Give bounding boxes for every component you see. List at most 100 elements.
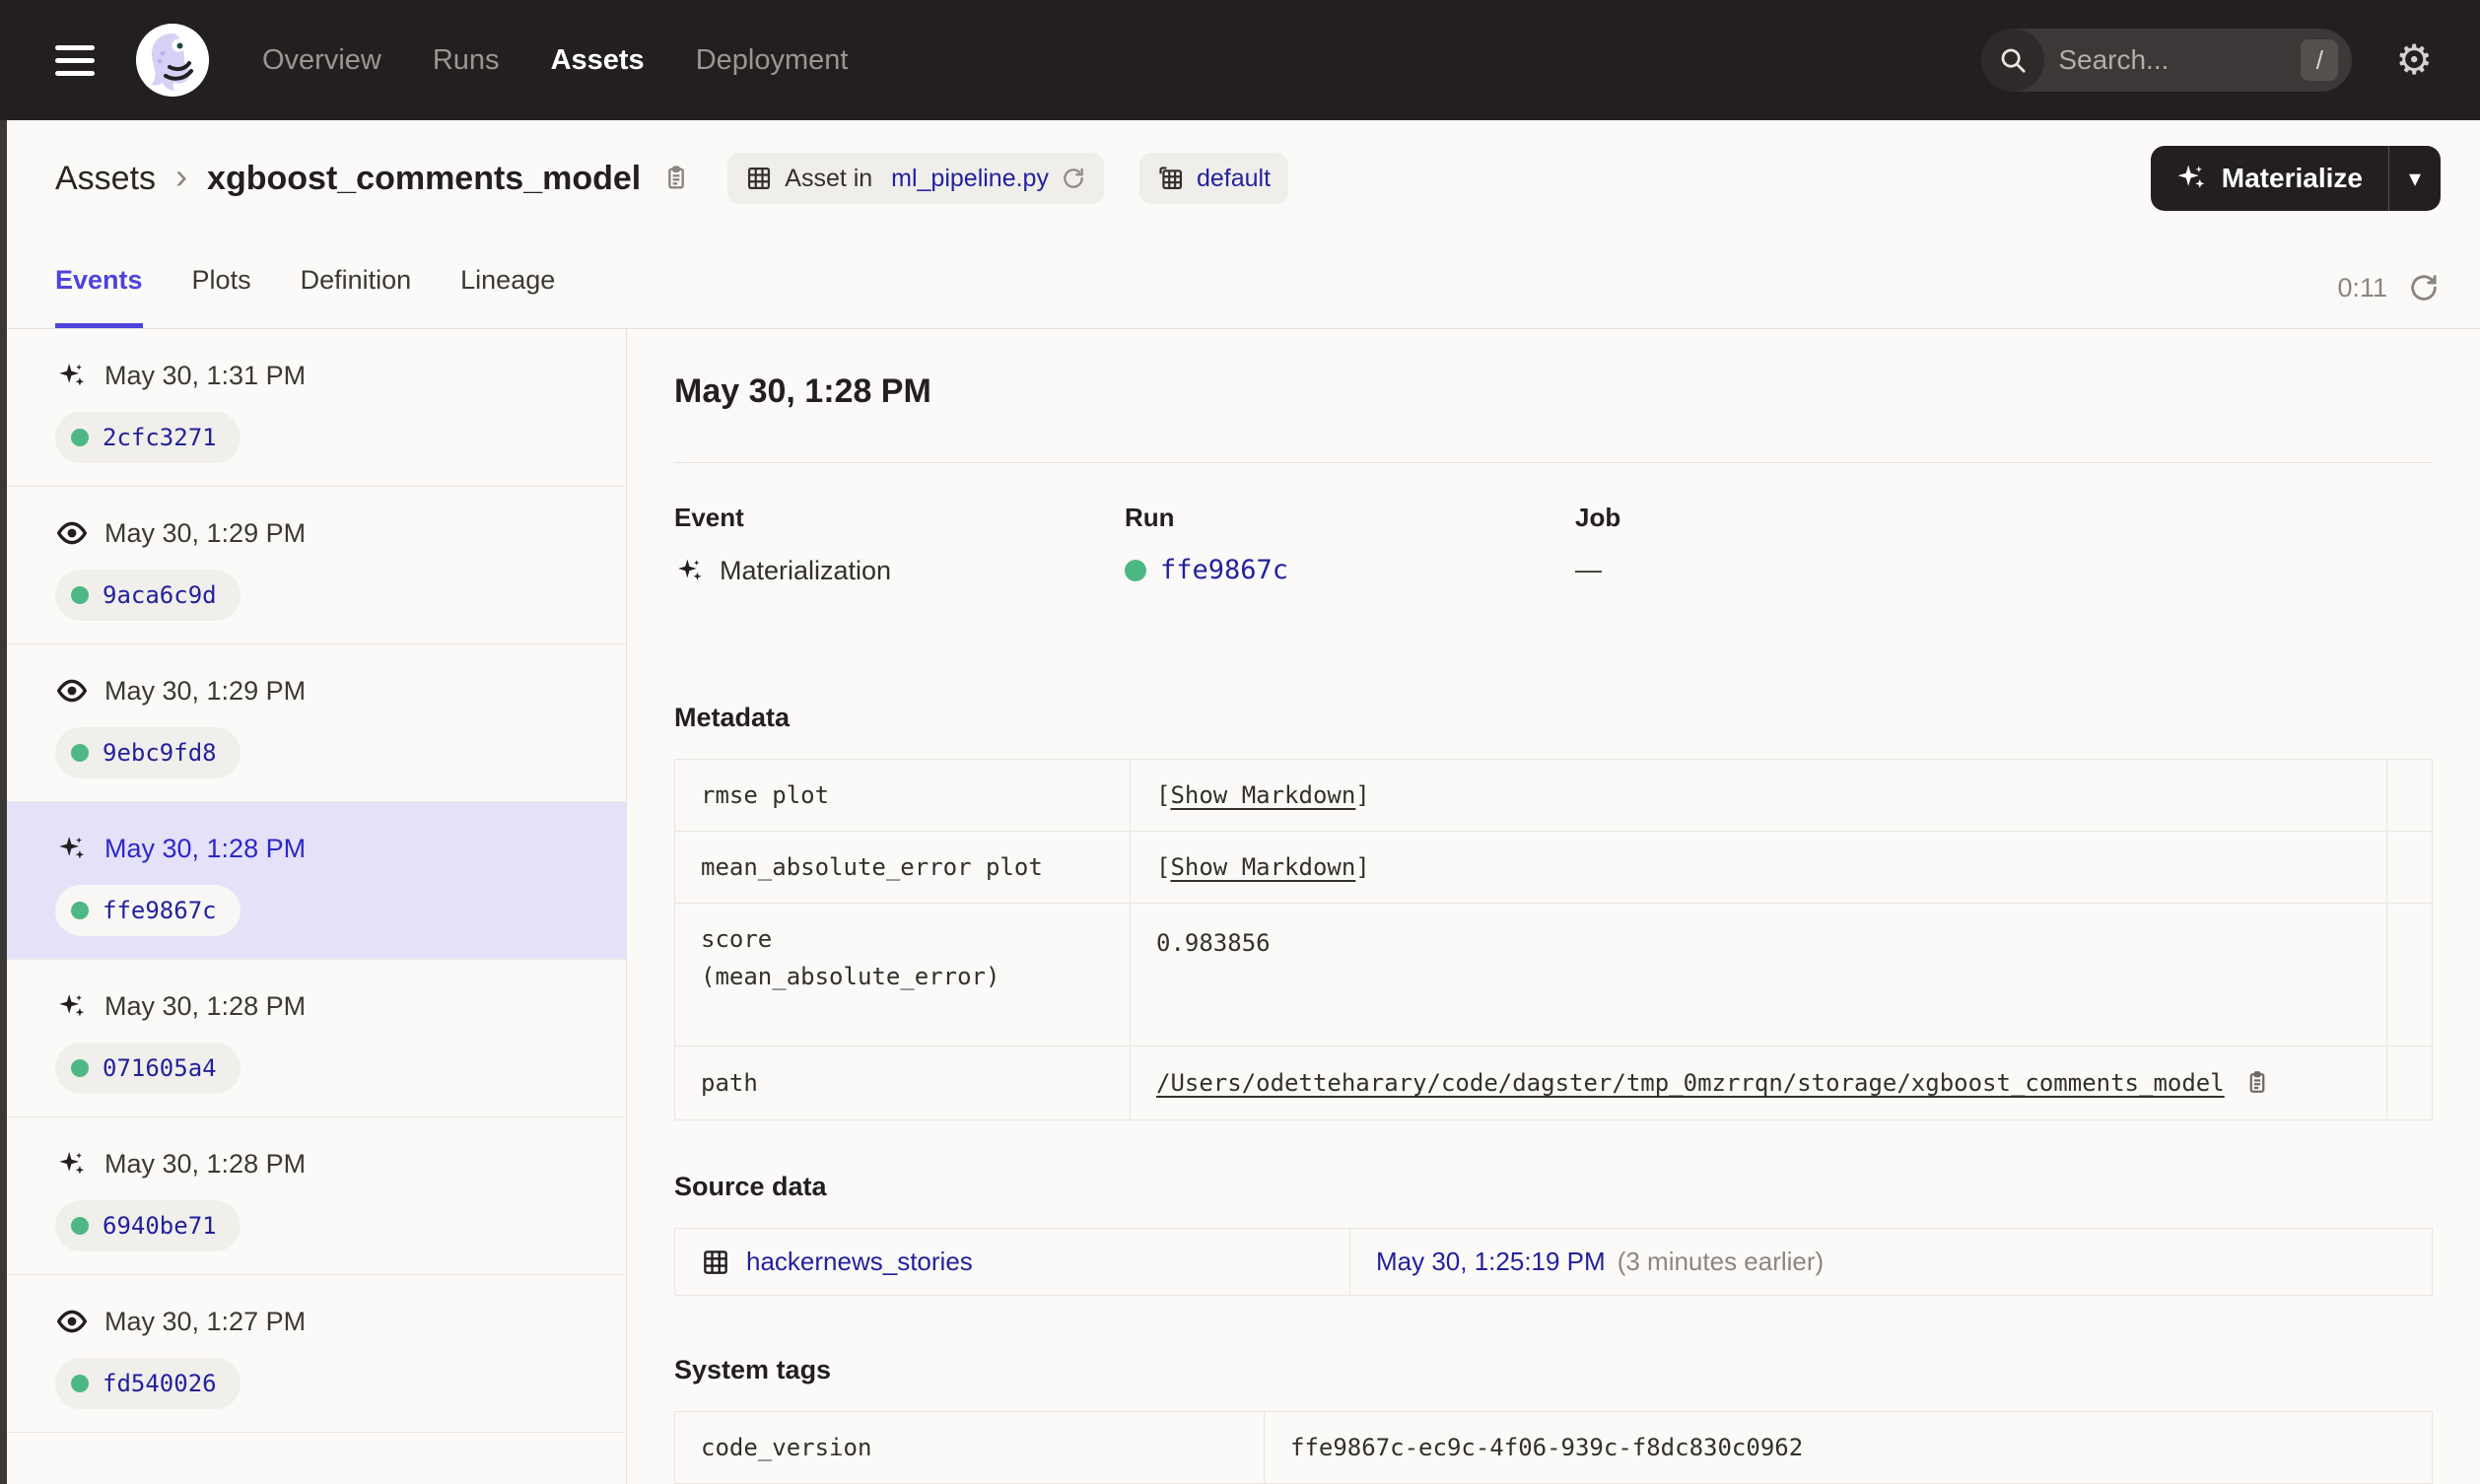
source-time-link[interactable]: May 30, 1:25:19 PM	[1376, 1247, 1606, 1277]
navbar-right: Search... / ⚙	[1981, 29, 2433, 92]
code-location-tag[interactable]: Asset in ml_pipeline.py	[727, 153, 1104, 204]
page-title: xgboost_comments_model	[207, 159, 642, 197]
asset-tabs-bar: Events Plots Definition Lineage 0:11	[0, 236, 2480, 329]
system-tags-table: code_version ffe9867c-ec9c-4f06-939c-f8d…	[674, 1411, 2433, 1484]
event-row-3-selected[interactable]: May 30, 1:28 PM ffe9867c	[0, 802, 626, 960]
event-row-6[interactable]: May 30, 1:27 PM fd540026	[0, 1275, 626, 1433]
metadata-action-cell	[2386, 831, 2433, 904]
show-markdown-link[interactable]: [Show Markdown]	[1156, 853, 1370, 881]
materialize-button[interactable]: Materialize	[2151, 162, 2388, 195]
divider	[674, 462, 2433, 463]
system-tag-value: ffe9867c-ec9c-4f06-939c-f8dc830c0962	[1264, 1411, 2433, 1484]
run-status-dot	[71, 429, 89, 446]
metadata-heading: Metadata	[674, 703, 791, 732]
event-row-0[interactable]: May 30, 1:31 PM 2cfc3271	[0, 329, 626, 487]
settings-gear-icon[interactable]: ⚙	[2395, 39, 2433, 81]
run-id-link[interactable]: fd540026	[103, 1370, 217, 1397]
path-link[interactable]: /Users/odetteharary/code/dagster/tmp_0mz…	[1156, 1069, 2225, 1097]
tab-definition[interactable]: Definition	[301, 265, 412, 328]
breadcrumb-assets-link[interactable]: Assets	[55, 160, 156, 198]
top-navbar: Overview Runs Assets Deployment Search..…	[0, 0, 2480, 120]
refresh-icon[interactable]	[2407, 271, 2441, 304]
code-location-prefix: Asset in	[785, 164, 880, 192]
materialization-sparkle-icon	[59, 363, 85, 386]
event-time: May 30, 1:28 PM	[104, 1148, 307, 1179]
source-asset-link[interactable]: hackernews_stories	[746, 1247, 973, 1277]
search-input[interactable]: Search... /	[1981, 29, 2353, 92]
job-label: Job	[1575, 503, 1621, 532]
source-data-heading: Source data	[674, 1172, 827, 1201]
tab-events[interactable]: Events	[55, 265, 143, 328]
event-row-1[interactable]: May 30, 1:29 PM 9aca6c9d	[0, 487, 626, 644]
breadcrumb-chevron-icon: ›	[175, 156, 188, 196]
window-edge-strip	[0, 120, 7, 1484]
asset-group-tag[interactable]: default	[1138, 153, 1289, 204]
run-id-link[interactable]: 6940be71	[103, 1212, 217, 1240]
metadata-row-score: score (mean_absolute_error) 0.983856	[674, 903, 2433, 1046]
materialize-label: Materialize	[2221, 163, 2363, 193]
run-id-link[interactable]: ffe9867c	[103, 897, 217, 924]
dagster-octopus-icon	[136, 24, 209, 97]
source-data-table: hackernews_stories May 30, 1:25:19 PM (3…	[674, 1228, 2433, 1296]
run-status-dot	[71, 744, 89, 762]
event-time: May 30, 1:28 PM	[104, 833, 307, 863]
run-status-dot	[71, 586, 89, 604]
run-id-link[interactable]: 9aca6c9d	[103, 581, 217, 609]
run-status-dot	[1125, 559, 1146, 581]
source-data-row: hackernews_stories May 30, 1:25:19 PM (3…	[674, 1228, 2433, 1296]
group-grid-icon	[1159, 167, 1182, 190]
sparkle-icon	[2177, 165, 2205, 188]
tab-plots[interactable]: Plots	[192, 265, 251, 328]
run-tag[interactable]: 9ebc9fd8	[55, 727, 241, 778]
search-shortcut-badge: /	[2301, 39, 2339, 81]
metadata-row-mae-plot: mean_absolute_error plot [Show Markdown]	[674, 831, 2433, 904]
metadata-key: score (mean_absolute_error)	[674, 903, 1131, 1046]
run-tag[interactable]: ffe9867c	[55, 885, 241, 936]
materialize-split-button: Materialize ▾	[2150, 146, 2441, 211]
event-summary: Event Materialization Run ffe9867c Job —	[674, 503, 2433, 586]
breadcrumb: Assets › xgboost_comments_model Asset in…	[55, 153, 1289, 204]
materialize-caret-icon[interactable]: ▾	[2389, 165, 2441, 193]
metadata-key: path	[674, 1046, 1131, 1120]
dagster-logo[interactable]	[136, 24, 209, 97]
nav-item-assets[interactable]: Assets	[551, 44, 645, 77]
reload-location-icon[interactable]	[1061, 166, 1086, 191]
run-tag[interactable]: 9aca6c9d	[55, 570, 241, 621]
run-id-link[interactable]: 2cfc3271	[103, 424, 217, 451]
metadata-row-path: path /Users/odetteharary/code/dagster/tm…	[674, 1046, 2433, 1120]
run-tag[interactable]: 6940be71	[55, 1200, 241, 1251]
event-row-4[interactable]: May 30, 1:28 PM 071605a4	[0, 960, 626, 1117]
metadata-action-cell	[2386, 1046, 2433, 1120]
nav-item-runs[interactable]: Runs	[433, 44, 500, 77]
nav-item-overview[interactable]: Overview	[262, 44, 381, 77]
materialization-sparkle-icon	[59, 836, 85, 859]
metadata-key: mean_absolute_error plot	[674, 831, 1131, 904]
run-tag[interactable]: 2cfc3271	[55, 412, 241, 463]
event-time: May 30, 1:29 PM	[104, 675, 307, 706]
nav-item-deployment[interactable]: Deployment	[696, 44, 849, 77]
copy-path-icon[interactable]	[2242, 1068, 2272, 1098]
event-time: May 30, 1:31 PM	[104, 360, 307, 390]
run-id-link[interactable]: 9ebc9fd8	[103, 739, 217, 767]
search-icon	[1981, 29, 2045, 92]
asset-grid-icon	[704, 1249, 727, 1274]
event-row-5[interactable]: May 30, 1:28 PM 6940be71	[0, 1117, 626, 1275]
observation-eye-icon	[56, 679, 88, 703]
asset-header: Assets › xgboost_comments_model Asset in…	[0, 120, 2480, 236]
primary-nav: Overview Runs Assets Deployment	[262, 44, 848, 77]
observation-eye-icon	[56, 1310, 88, 1333]
run-tag[interactable]: fd540026	[55, 1358, 241, 1409]
run-tag[interactable]: 071605a4	[55, 1043, 241, 1094]
run-id-link[interactable]: ffe9867c	[1160, 555, 1288, 585]
tab-lineage[interactable]: Lineage	[460, 265, 555, 328]
metadata-row-rmse-plot: rmse plot [Show Markdown]	[674, 759, 2433, 832]
search-placeholder: Search...	[2058, 44, 2170, 75]
code-location-link[interactable]: ml_pipeline.py	[891, 165, 1049, 193]
metadata-key: rmse plot	[674, 759, 1131, 832]
asset-group-link[interactable]: default	[1197, 165, 1271, 193]
hamburger-menu-icon[interactable]	[55, 44, 95, 76]
event-row-2[interactable]: May 30, 1:29 PM 9ebc9fd8	[0, 644, 626, 802]
run-id-link[interactable]: 071605a4	[103, 1054, 217, 1082]
show-markdown-link[interactable]: [Show Markdown]	[1156, 781, 1370, 809]
copy-asset-name-icon[interactable]	[660, 163, 692, 194]
